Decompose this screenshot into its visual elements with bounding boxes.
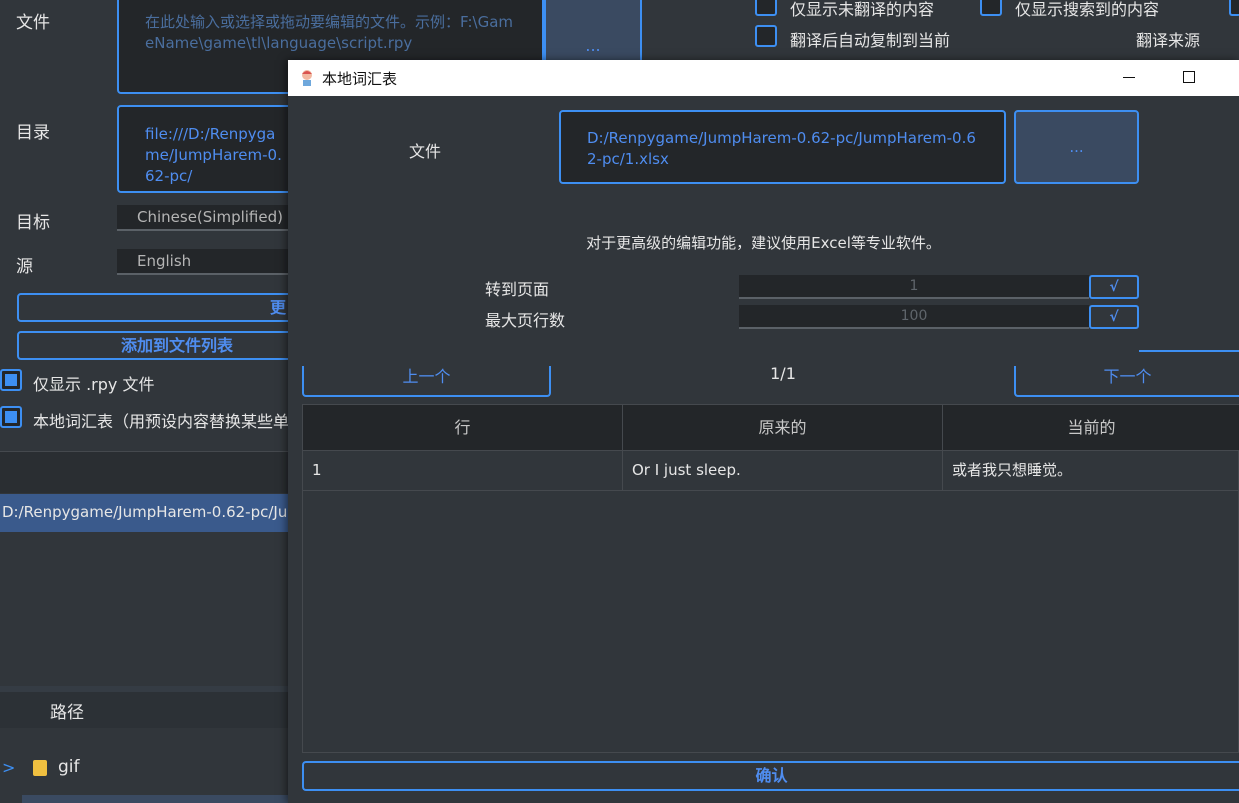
glossary-file-input[interactable]: D:/Renpygame/JumpHarem-0.62-pc/JumpHarem…: [559, 110, 1006, 184]
directory-input[interactable]: file:///D:/Renpygame/JumpHarem-0.62-pc/: [117, 105, 317, 193]
cell-row-number[interactable]: 1: [303, 451, 623, 490]
table-row[interactable]: 1 Or I just sleep. 或者我只想睡觉。: [303, 451, 1239, 491]
local-glossary-dialog: 本地词汇表 文件 D:/Renpygame/JumpHarem-0.62-pc/…: [288, 60, 1239, 803]
scrollbar[interactable]: [22, 795, 292, 803]
goto-page-label: 转到页面: [485, 280, 550, 299]
checkbox-untranslated-label: 仅显示未翻译的内容: [790, 0, 935, 19]
tree-item[interactable]: > gif: [0, 743, 292, 803]
checkbox-extra[interactable]: [1229, 0, 1239, 16]
glossary-browse-button[interactable]: ...: [1014, 110, 1139, 184]
column-header-original[interactable]: 原来的: [623, 405, 943, 451]
checkbox-searched[interactable]: [980, 0, 1002, 16]
file-label: 文件: [16, 13, 50, 33]
directory-label: 目录: [16, 123, 50, 143]
source-label: 源: [16, 257, 33, 277]
divider: [1139, 350, 1239, 352]
advanced-edit-hint: 对于更高级的编辑功能，建议使用Excel等专业软件。: [586, 234, 941, 252]
glossary-table: 行 原来的 当前的 1 Or I just sleep. 或者我只想睡觉。: [302, 404, 1239, 753]
checkbox-local-glossary-label: 本地词汇表（用预设内容替换某些单: [33, 412, 290, 431]
prev-page-button[interactable]: 上一个: [302, 366, 551, 397]
app-icon: [302, 70, 312, 86]
next-page-button[interactable]: 下一个: [1014, 366, 1239, 397]
goto-page-input[interactable]: 1: [739, 275, 1089, 299]
cell-current[interactable]: 或者我只想睡觉。: [943, 451, 1239, 490]
checkbox-rpy-only[interactable]: [0, 369, 22, 391]
add-to-file-list-button[interactable]: 添加到文件列表: [17, 331, 292, 360]
column-header-current[interactable]: 当前的: [943, 405, 1239, 451]
checkbox-searched-label: 仅显示搜索到的内容: [1015, 0, 1160, 19]
checkbox-autocopy[interactable]: [755, 25, 777, 47]
dialog-file-label: 文件: [409, 142, 442, 161]
update-button[interactable]: 更: [17, 293, 292, 322]
folder-icon: [33, 760, 47, 776]
target-label: 目标: [16, 213, 50, 233]
tree-header-path: 路径: [50, 703, 84, 723]
tree-item-name: gif: [58, 757, 80, 777]
table-header: 行 原来的 当前的: [303, 405, 1239, 451]
section-divider: [0, 451, 292, 493]
checkbox-untranslated[interactable]: [755, 0, 777, 16]
checkbox-autocopy-label: 翻译后自动复制到当前: [790, 31, 951, 50]
target-language-select[interactable]: Chinese(Simplified): [117, 205, 292, 231]
source-language-select[interactable]: English: [117, 249, 292, 275]
checkbox-local-glossary[interactable]: [0, 406, 22, 428]
chevron-right-icon[interactable]: >: [2, 758, 15, 777]
max-rows-input[interactable]: 100: [739, 305, 1089, 329]
column-header-row[interactable]: 行: [303, 405, 623, 451]
max-rows-label: 最大页行数: [485, 311, 566, 330]
max-rows-ok-button[interactable]: √: [1089, 305, 1139, 329]
translate-source-label: 翻译来源: [1136, 31, 1201, 50]
dialog-titlebar[interactable]: 本地词汇表: [288, 60, 1239, 96]
goto-page-ok-button[interactable]: √: [1089, 275, 1139, 299]
cell-original[interactable]: Or I just sleep.: [623, 451, 943, 490]
dialog-title: 本地词汇表: [322, 70, 398, 88]
maximize-icon[interactable]: [1183, 71, 1195, 83]
checkbox-rpy-only-label: 仅显示 .rpy 文件: [33, 375, 155, 394]
divider: [640, 0, 642, 60]
page-indicator: 1/1: [770, 364, 796, 383]
confirm-button[interactable]: 确认: [302, 761, 1239, 791]
tree-header: 路径: [0, 686, 292, 728]
selected-path-row[interactable]: D:/Renpygame/JumpHarem-0.62-pc/Ju: [0, 494, 292, 532]
minimize-icon[interactable]: [1123, 77, 1135, 78]
